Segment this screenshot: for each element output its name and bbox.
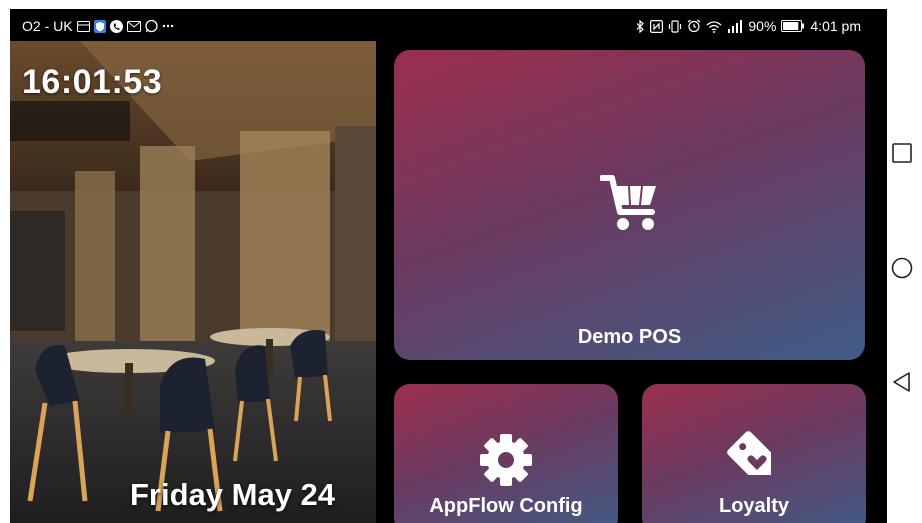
alarm-icon [687,19,701,33]
loyalty-tile[interactable]: Loyalty [642,384,866,523]
message-icon [126,20,141,32]
tag-heart-icon [724,428,784,493]
appflow-config-label: AppFlow Config [429,495,583,517]
back-icon[interactable] [891,371,913,393]
cart-icon [598,174,660,237]
sim-icon [76,20,90,32]
battery-icon [781,20,805,32]
appflow-config-tile[interactable]: AppFlow Config [394,384,618,523]
phone-icon [109,19,123,33]
restaurant-photo: 16:01:53 Friday May 24 [10,41,376,523]
bluetooth-icon [636,19,645,33]
status-right: 90% 4:01 pm [636,18,861,34]
shield-icon [93,19,106,33]
demo-pos-tile[interactable]: Demo POS [394,50,865,360]
home-icon[interactable] [891,257,913,279]
more-icon [162,24,174,28]
loyalty-label: Loyalty [718,495,790,517]
whatsapp-icon [144,19,158,33]
recents-icon[interactable] [891,142,913,164]
status-left: O2 - UK [22,18,174,34]
gear-icon [478,432,534,493]
vibrate-icon [668,19,682,33]
demo-pos-label: Demo POS [577,326,682,348]
nfc-icon [650,19,664,33]
battery-percent: 90% [748,18,777,34]
carrier-label: O2 - UK [22,18,73,34]
app-screen: O2 - UK 90% 4:01 pm 16:01:53 Friday May … [10,9,887,523]
status-bar: O2 - UK 90% 4:01 pm [10,9,887,41]
date-label: Friday May 24 [130,477,336,512]
status-time: 4:01 pm [810,18,861,34]
signal-icon [727,19,743,33]
wifi-icon [706,20,722,33]
clock-time: 16:01:53 [22,63,163,101]
restaurant-illustration [10,41,376,523]
